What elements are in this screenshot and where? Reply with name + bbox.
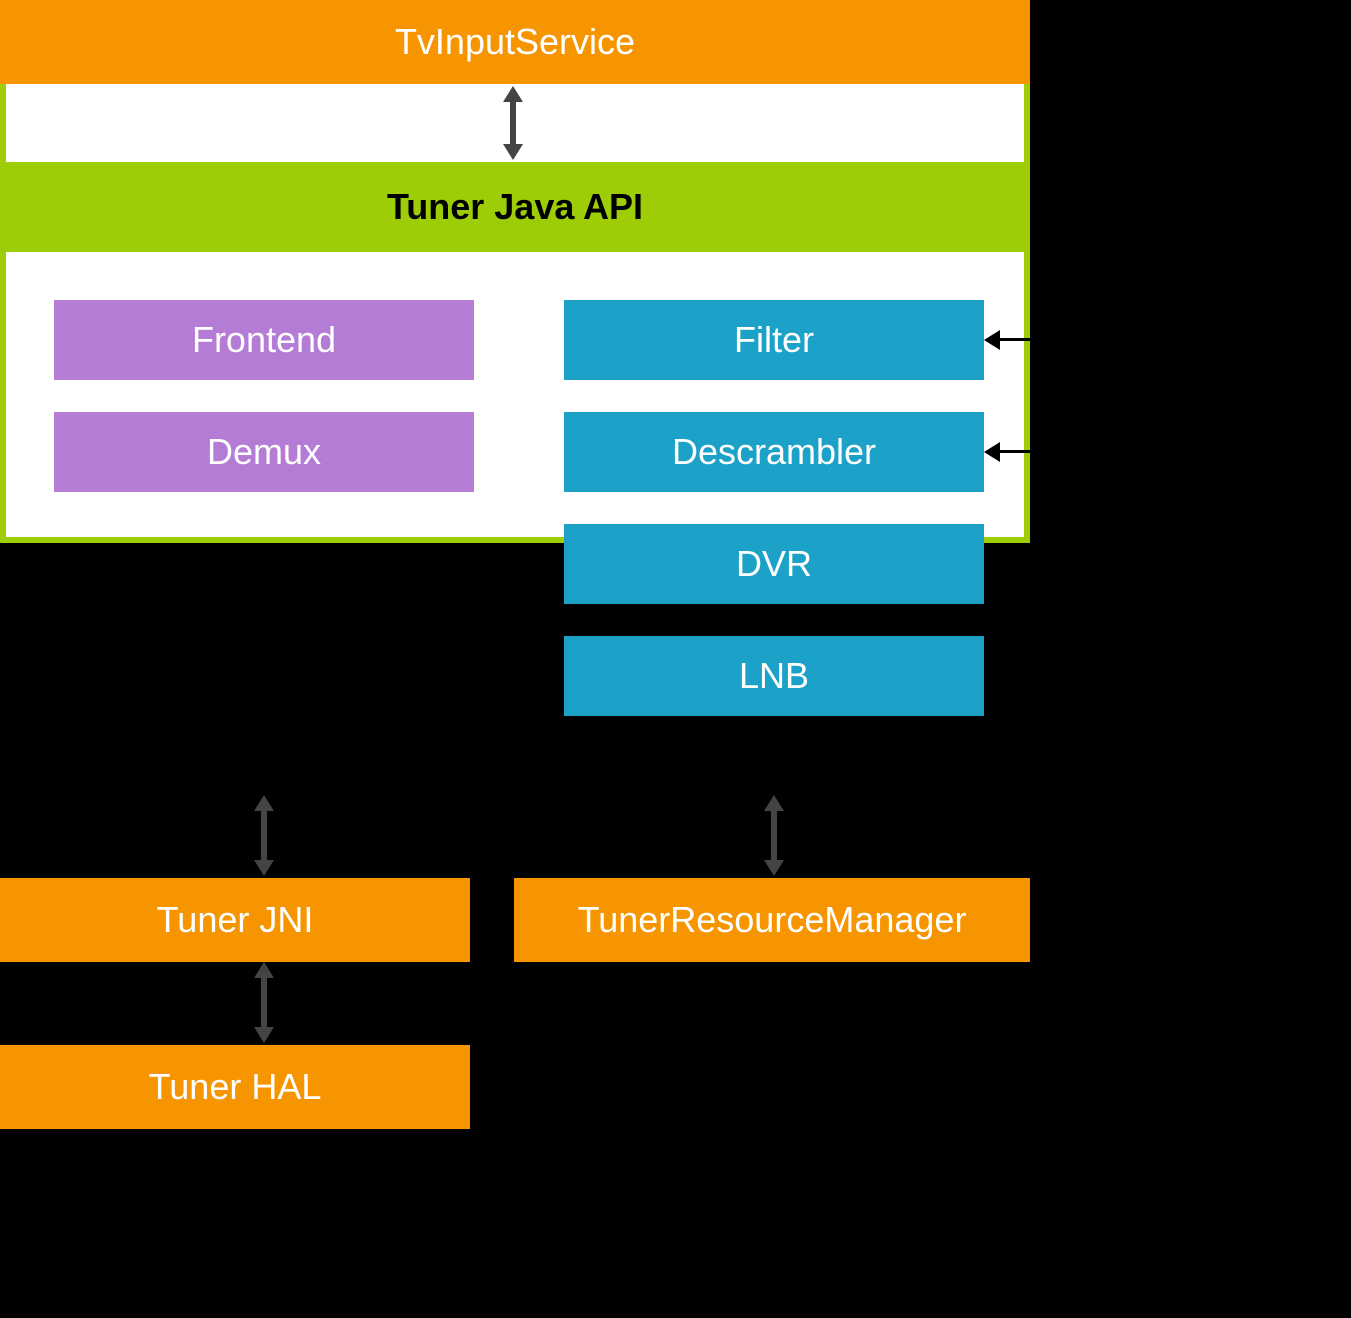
dvr-label: DVR [736, 543, 812, 585]
demux-box: Demux [54, 412, 474, 492]
tuner-hal-label: Tuner HAL [149, 1066, 322, 1108]
tuner-java-api-header: Tuner Java API [0, 162, 1030, 252]
demux-label: Demux [207, 431, 321, 473]
arrow-to-lnb-head [984, 666, 1000, 686]
arrow-api-jni [261, 807, 267, 864]
arrow-to-filter-head [984, 330, 1000, 350]
lnb-label: LNB [739, 655, 809, 697]
arrow-tvinput-tunerapi [510, 98, 516, 148]
arrow-head-down-4 [254, 1027, 274, 1043]
filter-label: Filter [734, 319, 814, 361]
filter-box: Filter [564, 300, 984, 380]
descrambler-box: Descrambler [564, 412, 984, 492]
arrow-to-tvinput-h [1045, 40, 1105, 43]
arrow-jni-hal [261, 974, 267, 1031]
tuner-java-api-label: Tuner Java API [387, 186, 643, 228]
right-vertical-connector [1102, 40, 1105, 677]
dvr-box: DVR [564, 524, 984, 604]
tuner-jni-box: Tuner JNI [0, 878, 470, 962]
arrow-to-descrambler-h [998, 450, 1105, 453]
tuner-hal-box: Tuner HAL [0, 1045, 470, 1129]
tv-input-service-box: TvInputService [0, 0, 1030, 84]
arrow-api-trm [771, 807, 777, 864]
arrow-to-dvr-h [998, 562, 1105, 565]
arrow-to-tvinput-head [1030, 32, 1046, 52]
arrow-head-up-2 [254, 795, 274, 811]
descrambler-label: Descrambler [672, 431, 876, 473]
arrow-head-up-4 [254, 962, 274, 978]
tuner-jni-label: Tuner JNI [157, 899, 314, 941]
frontend-box: Frontend [54, 300, 474, 380]
tuner-resource-manager-label: TunerResourceManager [578, 899, 967, 941]
arrow-head-down-3 [764, 860, 784, 876]
arrow-head-up-1 [503, 86, 523, 102]
arrow-head-down-1 [503, 144, 523, 160]
arrow-head-up-3 [764, 795, 784, 811]
arrow-to-lnb-h [998, 674, 1105, 677]
tuner-resource-manager-box: TunerResourceManager [514, 878, 1030, 962]
lnb-box: LNB [564, 636, 984, 716]
arrow-to-filter-h [998, 338, 1105, 341]
tv-input-service-label: TvInputService [395, 21, 635, 63]
frontend-label: Frontend [192, 319, 336, 361]
arrow-head-down-2 [254, 860, 274, 876]
arrow-to-dvr-head [984, 554, 1000, 574]
arrow-to-descrambler-head [984, 442, 1000, 462]
